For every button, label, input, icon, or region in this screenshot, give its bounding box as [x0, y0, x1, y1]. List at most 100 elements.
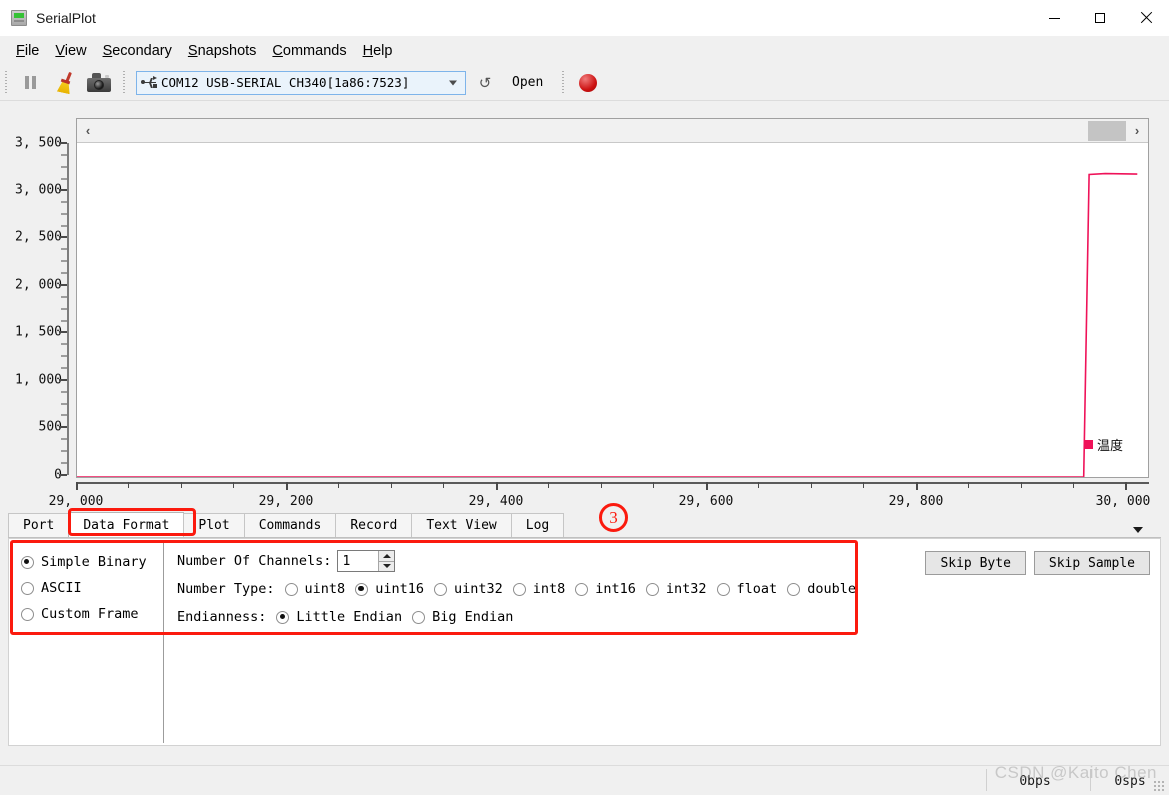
menu-bar: File View Secondary Snapshots Commands H…	[0, 36, 1169, 65]
toolbar-grip-1[interactable]	[4, 70, 10, 95]
menu-file[interactable]: File	[8, 41, 47, 61]
port-select[interactable]: COM12 USB-SERIAL CH340[1a86:7523]	[136, 70, 466, 95]
radio-uint16-icon	[355, 582, 369, 596]
x-tick-minor	[1073, 482, 1074, 488]
channels-decrement-button[interactable]	[378, 560, 395, 571]
radio-little-endian[interactable]: Little Endian	[276, 609, 402, 625]
plot-legend-temperature[interactable]: 温度	[1084, 435, 1123, 454]
y-tick-label-3000: 3, 000	[15, 182, 62, 198]
radio-simple-binary[interactable]: Simple Binary	[21, 549, 161, 575]
snapshot-button[interactable]	[84, 69, 114, 97]
window-controls	[1031, 0, 1169, 36]
tab-text-view[interactable]: Text View	[411, 513, 512, 537]
scrollbar-thumb[interactable]	[1088, 120, 1126, 141]
maximize-button[interactable]	[1077, 0, 1123, 36]
clear-button[interactable]	[50, 69, 80, 97]
radio-double[interactable]: double	[787, 581, 856, 597]
record-dot-icon[interactable]	[579, 73, 598, 92]
tab-record[interactable]: Record	[335, 513, 413, 537]
skip-sample-label: Skip Sample	[1048, 555, 1135, 571]
y-tick-major	[59, 331, 67, 333]
x-tick-minor	[863, 482, 864, 488]
radio-uint16[interactable]: uint16	[355, 581, 424, 597]
tab-record-label: Record	[350, 518, 398, 533]
menu-snapshots[interactable]: Snapshots	[180, 41, 265, 61]
channels-stepper-buttons	[378, 551, 395, 571]
radio-uint32[interactable]: uint32	[433, 581, 503, 597]
menu-commands-rest: ommands	[282, 42, 347, 59]
status-samplerate: 0sps	[1114, 774, 1146, 789]
y-tick-label-2000: 2, 000	[15, 277, 62, 293]
status-bar: 0bps 0sps	[0, 765, 1169, 795]
menu-secondary-mnemonic: S	[102, 42, 113, 59]
radio-int8[interactable]: int8	[512, 581, 565, 597]
y-tick-minor	[61, 438, 67, 440]
tab-data-format-label: Data Format	[83, 517, 170, 533]
menu-help[interactable]: Help	[355, 41, 401, 61]
radio-float[interactable]: float	[716, 581, 777, 597]
minimize-button[interactable]	[1031, 0, 1077, 36]
chevron-up-icon	[382, 553, 391, 558]
radio-int16-label: int16	[595, 581, 636, 597]
menu-view[interactable]: View	[47, 41, 94, 61]
endianness-label: Endianness:	[177, 609, 267, 625]
radio-int16[interactable]: int16	[575, 581, 636, 597]
radio-custom-frame[interactable]: Custom Frame	[21, 601, 161, 627]
y-tick-minor	[61, 308, 67, 310]
chevron-down-icon[interactable]	[1133, 527, 1143, 533]
y-tick-minor	[61, 462, 67, 464]
menu-file-rest: ile	[24, 42, 40, 59]
status-separator	[1090, 769, 1091, 791]
menu-commands[interactable]: Commands	[264, 41, 354, 61]
x-tick-minor	[548, 482, 549, 488]
radio-ascii[interactable]: ASCII	[21, 575, 161, 601]
tab-plot[interactable]: Plot	[183, 513, 245, 537]
x-tick-label-29400: 29, 400	[468, 494, 524, 509]
camera-icon	[87, 73, 111, 92]
open-port-button[interactable]: Open	[502, 70, 553, 96]
reload-ports-button[interactable]: ↺	[472, 70, 498, 96]
radio-big-endian[interactable]: Big Endian	[412, 609, 513, 625]
menu-view-rest: iew	[64, 42, 87, 59]
toolbar-grip-2[interactable]	[122, 70, 128, 95]
menu-secondary[interactable]: Secondary	[95, 41, 180, 61]
tab-port-label: Port	[23, 518, 55, 533]
toolbar-grip-3[interactable]	[561, 70, 568, 95]
panel-divider	[163, 543, 164, 743]
radio-uint8-icon	[284, 582, 298, 596]
y-tick-minor	[61, 166, 67, 168]
plot-series-svg	[77, 172, 1138, 477]
window-title: SerialPlot	[36, 10, 96, 26]
plot-horizontal-scrollbar[interactable]: ‹ ›	[77, 119, 1148, 143]
tab-port[interactable]: Port	[8, 513, 70, 537]
y-tick-minor	[61, 367, 67, 369]
reload-icon: ↺	[478, 74, 492, 92]
title-bar: SerialPlot	[0, 0, 1169, 36]
channels-increment-button[interactable]	[378, 551, 395, 561]
y-tick-label-1500: 1, 500	[15, 324, 62, 340]
plot-canvas[interactable]: 温度	[77, 143, 1148, 477]
radio-int32-label: int32	[665, 581, 707, 597]
channels-label: Number Of Channels:	[177, 553, 332, 569]
y-tick-major	[59, 236, 67, 238]
skip-sample-button[interactable]: Skip Sample	[1033, 551, 1150, 575]
legend-swatch-icon	[1084, 440, 1093, 449]
radio-int32[interactable]: int32	[645, 581, 707, 597]
pause-button[interactable]	[16, 69, 46, 97]
close-button[interactable]	[1123, 0, 1169, 36]
tab-data-format[interactable]: Data Format	[68, 512, 185, 537]
radio-uint8[interactable]: uint8	[284, 581, 345, 597]
resize-grip-icon[interactable]	[1153, 780, 1165, 792]
y-tick-minor	[61, 178, 67, 180]
data-format-panel: Simple Binary ASCII Custom Frame Number …	[8, 538, 1161, 746]
scroll-left-icon[interactable]: ‹	[77, 119, 99, 142]
tab-commands[interactable]: Commands	[243, 513, 337, 537]
x-tick-minor	[758, 482, 759, 488]
x-tick-minor	[391, 482, 392, 488]
tab-log[interactable]: Log	[510, 513, 565, 537]
channels-stepper[interactable]: 1	[337, 550, 396, 572]
broom-icon	[54, 71, 76, 94]
skip-byte-button[interactable]: Skip Byte	[925, 551, 1026, 575]
scroll-right-icon[interactable]: ›	[1126, 119, 1148, 142]
minimize-icon	[1048, 17, 1060, 19]
